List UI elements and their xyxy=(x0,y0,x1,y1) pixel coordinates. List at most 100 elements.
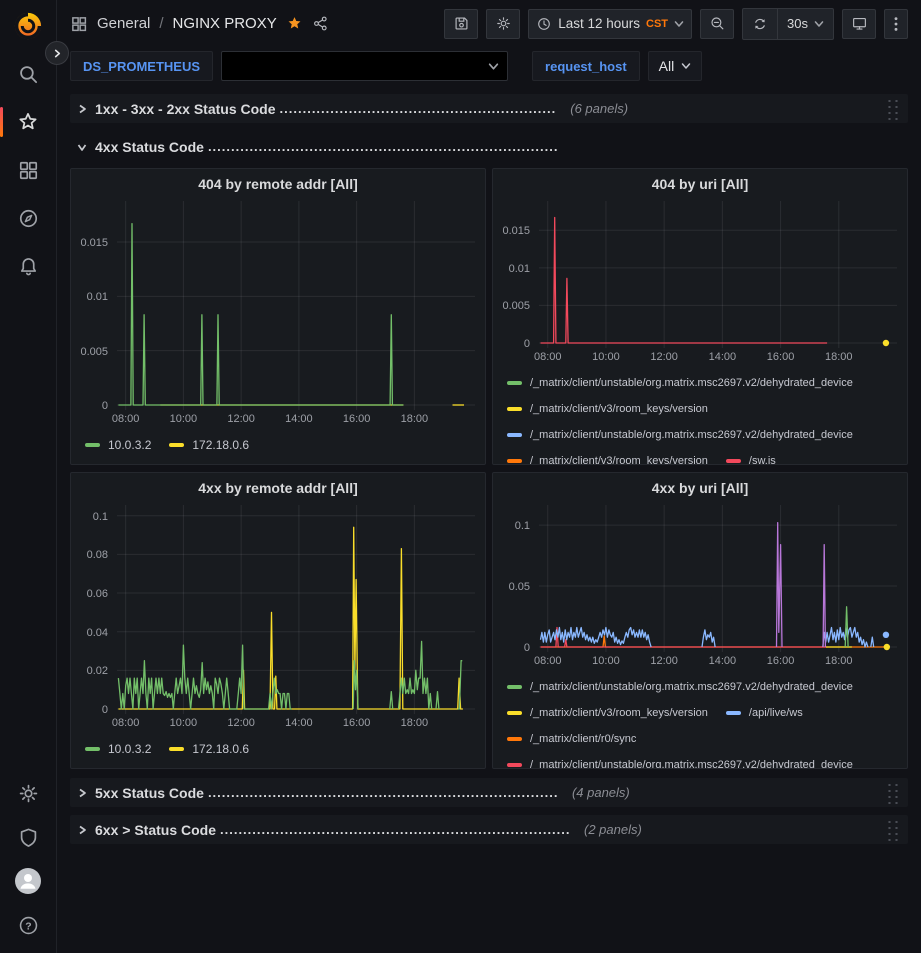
legend-item[interactable]: /_matrix/client/v3/room_keys/version xyxy=(507,700,708,726)
chart: 00.0050.010.015 xyxy=(493,199,907,348)
sidebar-item-alerting[interactable] xyxy=(0,244,56,288)
legend-item[interactable]: /sw.js xyxy=(726,448,776,464)
refresh-button[interactable] xyxy=(743,9,777,39)
y-tick-label: 0 xyxy=(102,704,108,716)
y-tick-label: 0.005 xyxy=(502,300,530,312)
legend-swatch xyxy=(726,711,741,715)
cycle-view-mode-button[interactable] xyxy=(842,9,876,39)
y-tick-label: 0 xyxy=(524,642,530,654)
panel-title[interactable]: 4xx by remote addr [All] xyxy=(71,473,485,503)
sidebar: ? xyxy=(0,0,57,953)
dashboard-settings-button[interactable] xyxy=(486,9,520,39)
legend-item[interactable]: /_matrix/client/v3/room_keys/version xyxy=(507,448,708,464)
more-options-button[interactable] xyxy=(884,9,908,39)
plot-area[interactable] xyxy=(117,201,475,410)
row-header-5xx[interactable]: 5xx Status Code ........................… xyxy=(70,778,908,807)
x-tick-label: 12:00 xyxy=(650,655,678,667)
y-tick-label: 0.1 xyxy=(93,511,108,523)
refresh-interval-dropdown[interactable]: 30s xyxy=(778,9,833,39)
legend-swatch xyxy=(85,443,100,447)
legend-item[interactable]: /_matrix/client/unstable/org.matrix.msc2… xyxy=(507,370,853,396)
share-icon[interactable] xyxy=(312,15,329,32)
y-tick-label: 0.04 xyxy=(87,627,108,639)
row-panel-count: (6 panels) xyxy=(570,101,628,116)
panel-404-by-uri: 404 by uri [All] 00.0050.010.015 08:0010… xyxy=(492,168,908,465)
time-range-picker[interactable]: Last 12 hours CST xyxy=(528,9,692,39)
chevron-down-icon xyxy=(76,141,88,153)
panel-title[interactable]: 4xx by uri [All] xyxy=(493,473,907,503)
x-tick-label: 12:00 xyxy=(227,717,255,729)
legend-item[interactable]: 10.0.3.2 xyxy=(85,736,151,762)
panel-title[interactable]: 404 by remote addr [All] xyxy=(71,169,485,199)
clock-icon xyxy=(536,16,552,32)
plot-area[interactable] xyxy=(539,201,897,348)
help-icon: ? xyxy=(17,914,40,937)
main-area: General / NGINX PROXY xyxy=(57,0,921,953)
y-axis: 00.050.1 xyxy=(493,505,539,652)
zoom-out-time-button[interactable] xyxy=(700,9,734,39)
dashboard-variables: DS_PROMETHEUS request_host All xyxy=(57,47,921,85)
row-panel-count: (4 panels) xyxy=(572,785,630,800)
panel-title[interactable]: 404 by uri [All] xyxy=(493,169,907,199)
legend-swatch xyxy=(169,443,184,447)
sidebar-item-configuration[interactable] xyxy=(0,771,56,815)
legend-item[interactable]: /_matrix/client/unstable/org.matrix.msc2… xyxy=(507,752,853,768)
chevron-down-icon xyxy=(674,19,684,29)
legend-item[interactable]: 172.18.0.6 xyxy=(169,432,249,458)
row-drag-handle[interactable] xyxy=(886,817,900,843)
x-tick-label: 08:00 xyxy=(534,655,562,667)
y-tick-label: 0.06 xyxy=(87,588,108,600)
legend-item[interactable]: /_matrix/client/unstable/org.matrix.msc2… xyxy=(507,422,853,448)
legend-label: /sw.js xyxy=(749,455,776,464)
row-header-4xx[interactable]: 4xx Status Code ........................… xyxy=(70,132,908,161)
breadcrumb-dashboard-title[interactable]: NGINX PROXY xyxy=(173,15,277,32)
sidebar-item-explore[interactable] xyxy=(0,196,56,240)
legend-item[interactable]: /api/live/ws xyxy=(726,700,803,726)
sidebar-bottom: ? xyxy=(0,771,56,947)
chevron-right-icon xyxy=(76,787,88,799)
variable-label-request-host[interactable]: request_host xyxy=(532,51,640,81)
save-dashboard-button[interactable] xyxy=(444,9,478,39)
sidebar-item-starred[interactable] xyxy=(0,100,56,144)
star-icon xyxy=(16,110,40,134)
variable-dropdown-request-host[interactable]: All xyxy=(648,51,703,81)
variable-label-ds-prometheus[interactable]: DS_PROMETHEUS xyxy=(70,51,213,81)
chart: 00.050.1 xyxy=(493,503,907,652)
legend-item[interactable]: /_matrix/client/unstable/org.matrix.msc2… xyxy=(507,674,853,700)
variable-value-request-host: All xyxy=(659,58,675,74)
sidebar-item-help[interactable]: ? xyxy=(0,903,56,947)
y-tick-label: 0 xyxy=(102,400,108,412)
row-header-6xx[interactable]: 6xx > Status Code ......................… xyxy=(70,815,908,844)
legend-label: 172.18.0.6 xyxy=(192,742,249,756)
breadcrumb-folder[interactable]: General xyxy=(97,15,150,32)
sidebar-item-server-admin[interactable] xyxy=(0,815,56,859)
row-panel-count: (2 panels) xyxy=(584,822,642,837)
y-tick-label: 0.08 xyxy=(87,549,108,561)
avatar xyxy=(15,868,41,894)
expand-sidebar-button[interactable] xyxy=(45,41,69,65)
y-tick-label: 0.02 xyxy=(87,665,108,677)
plot-area[interactable] xyxy=(539,505,897,652)
legend-label: 10.0.3.2 xyxy=(108,438,151,452)
legend-swatch xyxy=(507,381,522,385)
x-tick-label: 14:00 xyxy=(709,351,737,363)
sidebar-item-dashboards[interactable] xyxy=(0,148,56,192)
row-title-dots: ........................................… xyxy=(220,822,570,837)
legend-item[interactable]: 10.0.3.2 xyxy=(85,432,151,458)
row-drag-handle[interactable] xyxy=(886,780,900,806)
legend-item[interactable]: /_matrix/client/v3/room_keys/version xyxy=(507,396,708,422)
row-header-1xx-3xx-2xx[interactable]: 1xx - 3xx - 2xx Status Code ............… xyxy=(70,94,908,123)
legend-item[interactable]: /_matrix/client/r0/sync xyxy=(507,726,636,752)
legend-label: /_matrix/client/unstable/org.matrix.msc2… xyxy=(530,759,853,768)
legend-swatch xyxy=(507,737,522,741)
row-drag-handle[interactable] xyxy=(886,96,900,122)
favorite-star-icon[interactable] xyxy=(286,15,303,32)
row-title: 4xx Status Code xyxy=(95,139,204,155)
variable-dropdown-ds-prometheus[interactable] xyxy=(221,51,508,81)
plot-area[interactable] xyxy=(117,505,475,714)
gear-icon xyxy=(495,15,512,32)
y-tick-label: 0.05 xyxy=(509,581,530,593)
legend-item[interactable]: 172.18.0.6 xyxy=(169,736,249,762)
sidebar-item-profile[interactable] xyxy=(0,859,56,903)
x-tick-label: 10:00 xyxy=(592,655,620,667)
